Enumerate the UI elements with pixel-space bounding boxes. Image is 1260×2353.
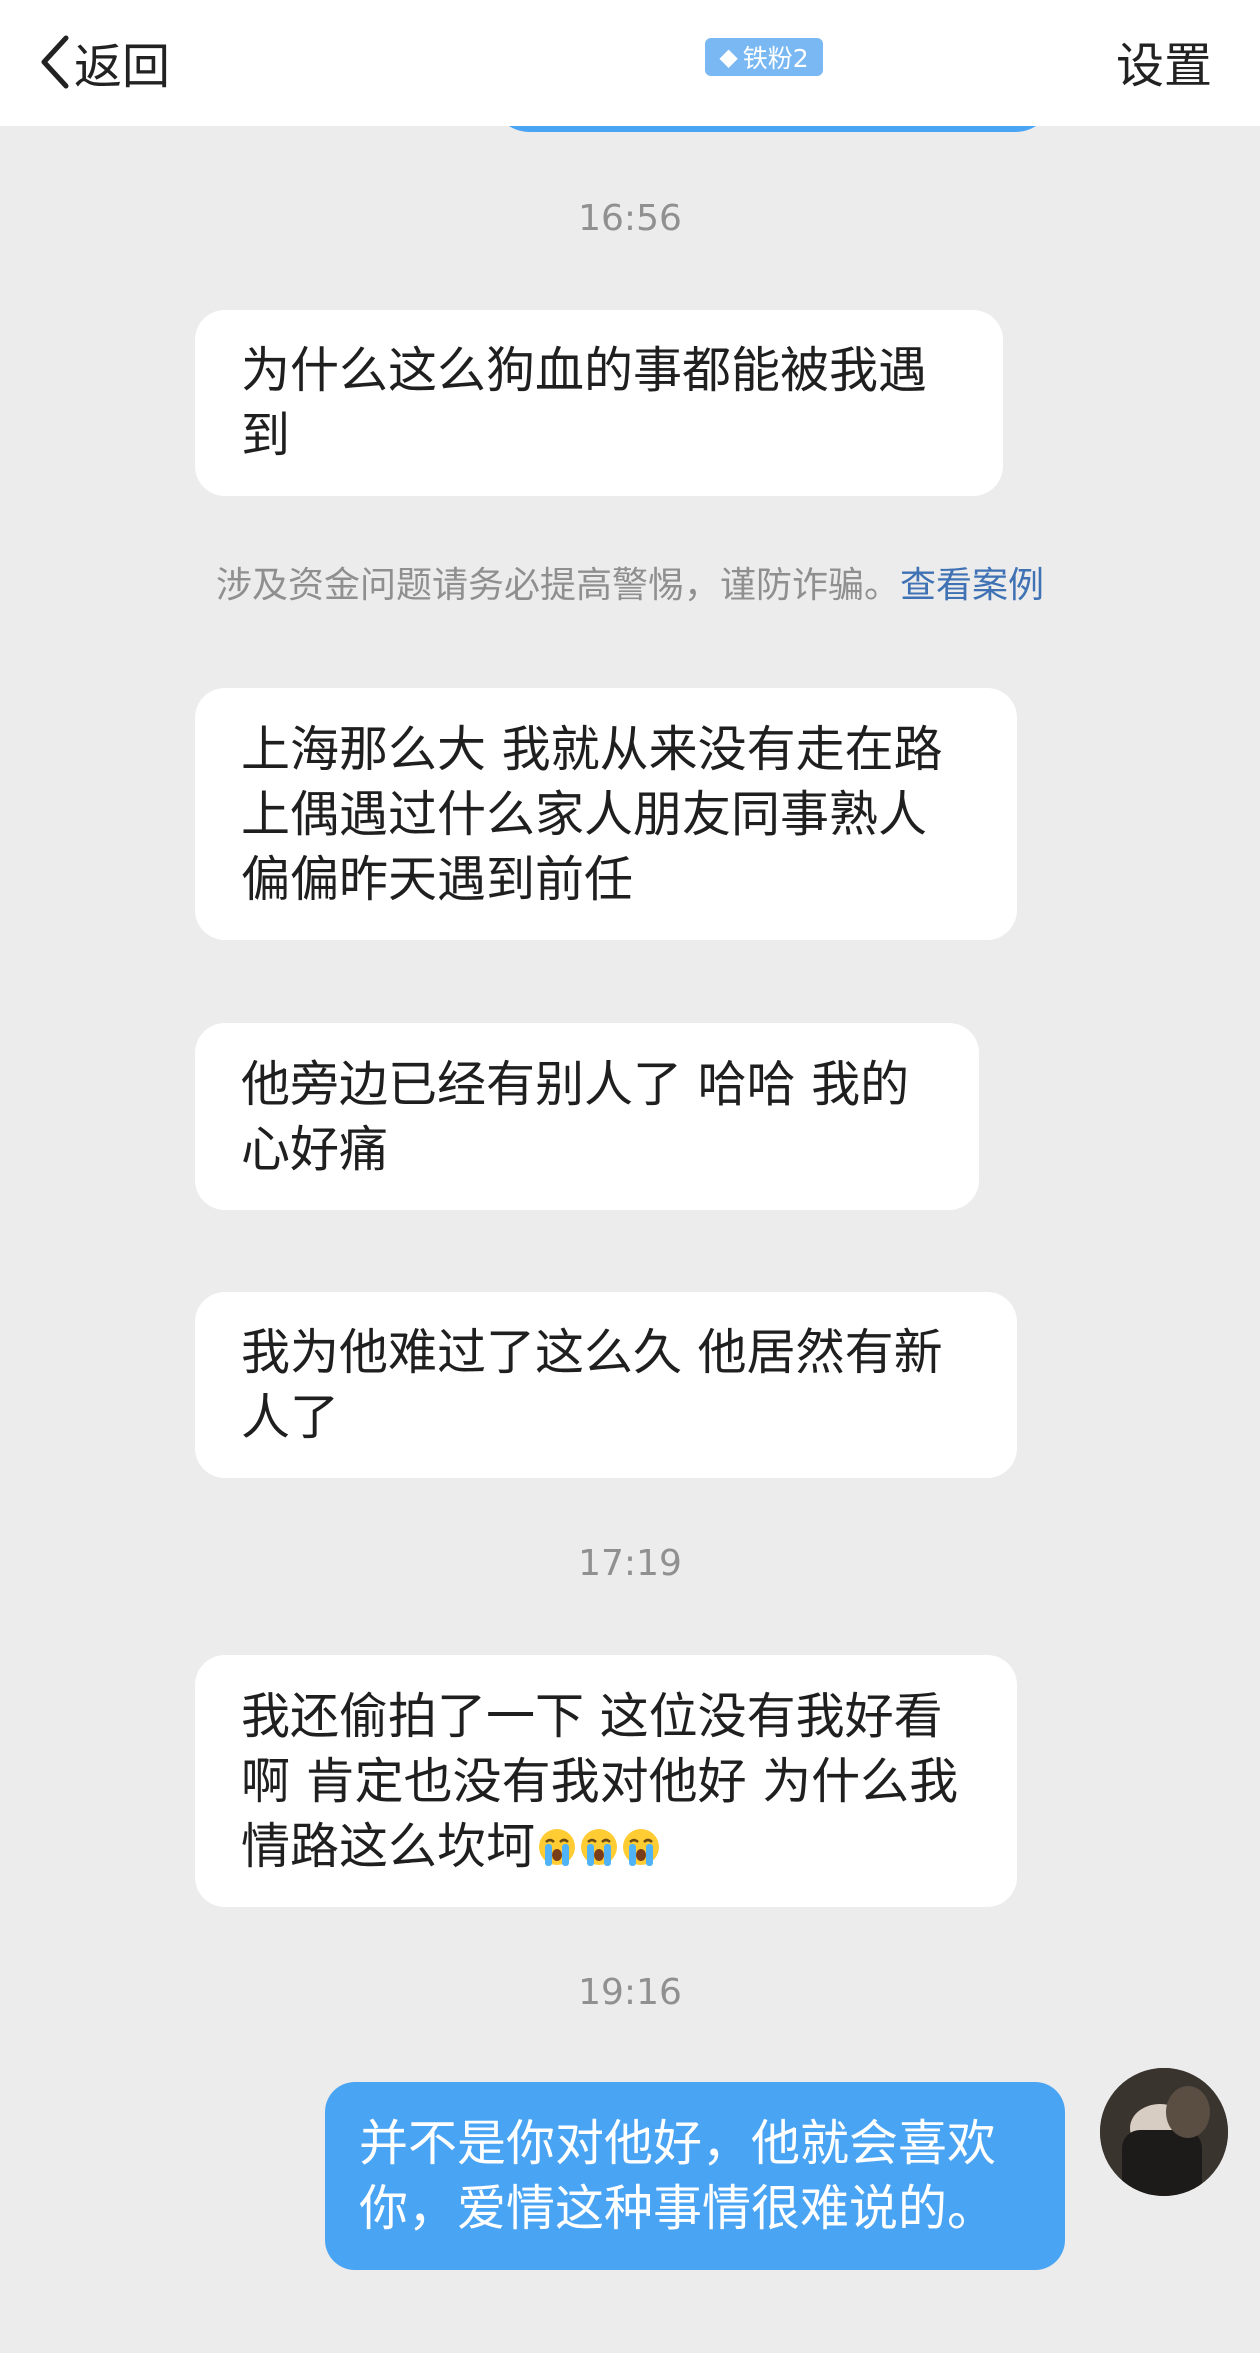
timestamp: 19:16 [578,1972,682,2013]
timestamp: 17:19 [578,1543,682,1584]
message-bubble[interactable]: 我为他难过了这么久 他居然有新人了 [195,1292,1017,1478]
avatar[interactable] [1100,2068,1228,2196]
avatar-photo [1100,2068,1228,2196]
loudly-crying-face-icon [539,1828,576,1866]
message-bubble[interactable]: 上海那么大 我就从来没有走在路上偶遇过什么家人朋友同事熟人偏偏昨天遇到前任 [195,688,1017,940]
notice-text: 涉及资金问题请务必提高警惕，谨防诈骗。 [215,565,900,606]
badge-label: 铁粉2 [742,44,809,73]
settings-button[interactable]: 设置 [1116,26,1212,96]
message-bubble[interactable]: 我还偷拍了一下 这位没有我好看啊 肯定也没有我对他好 为什么我情路这么坎坷 [195,1655,1017,1907]
timestamp: 16:56 [578,198,682,239]
outgoing-message-bubble[interactable]: 并不是你对他好，他就会喜欢你，爱情这种事情很难说的。 [325,2082,1065,2270]
message-text: 并不是你对他好，他就会喜欢你，爱情这种事情很难说的。 [359,2115,997,2237]
message-bubble[interactable]: 他旁边已经有别人了 哈哈 我的心好痛 [195,1023,979,1210]
loudly-crying-face-icon [581,1828,618,1866]
view-cases-link[interactable]: 查看案例 [900,565,1044,606]
message-text: 上海那么大 我就从来没有走在路上偶遇过什么家人朋友同事熟人偏偏昨天遇到前任 [241,720,943,908]
security-notice: 涉及资金问题请务必提高警惕，谨防诈骗。查看案例 [0,556,1260,608]
message-text: 我为他难过了这么久 他居然有新人了 [241,1324,943,1446]
message-text: 他旁边已经有别人了 哈哈 我的心好痛 [241,1055,910,1178]
back-button[interactable]: 返回 [40,22,170,102]
message-text: 为什么这么狗血的事都能被我遇到 [241,342,928,464]
diamond-icon: ◆ [719,43,738,71]
fan-level-badge: ◆ 铁粉2 [705,38,823,76]
message-bubble[interactable]: 为什么这么狗血的事都能被我遇到 [195,310,1003,496]
chevron-left-icon [40,34,70,90]
top-bar: 返回 ◆ 铁粉2 设置 [0,0,1260,126]
back-label: 返回 [74,39,171,95]
message-content: 我还偷拍了一下 这位没有我好看啊 肯定也没有我对他好 为什么我情路这么坎坷 [241,1684,971,1879]
loudly-crying-face-icon [623,1828,660,1866]
